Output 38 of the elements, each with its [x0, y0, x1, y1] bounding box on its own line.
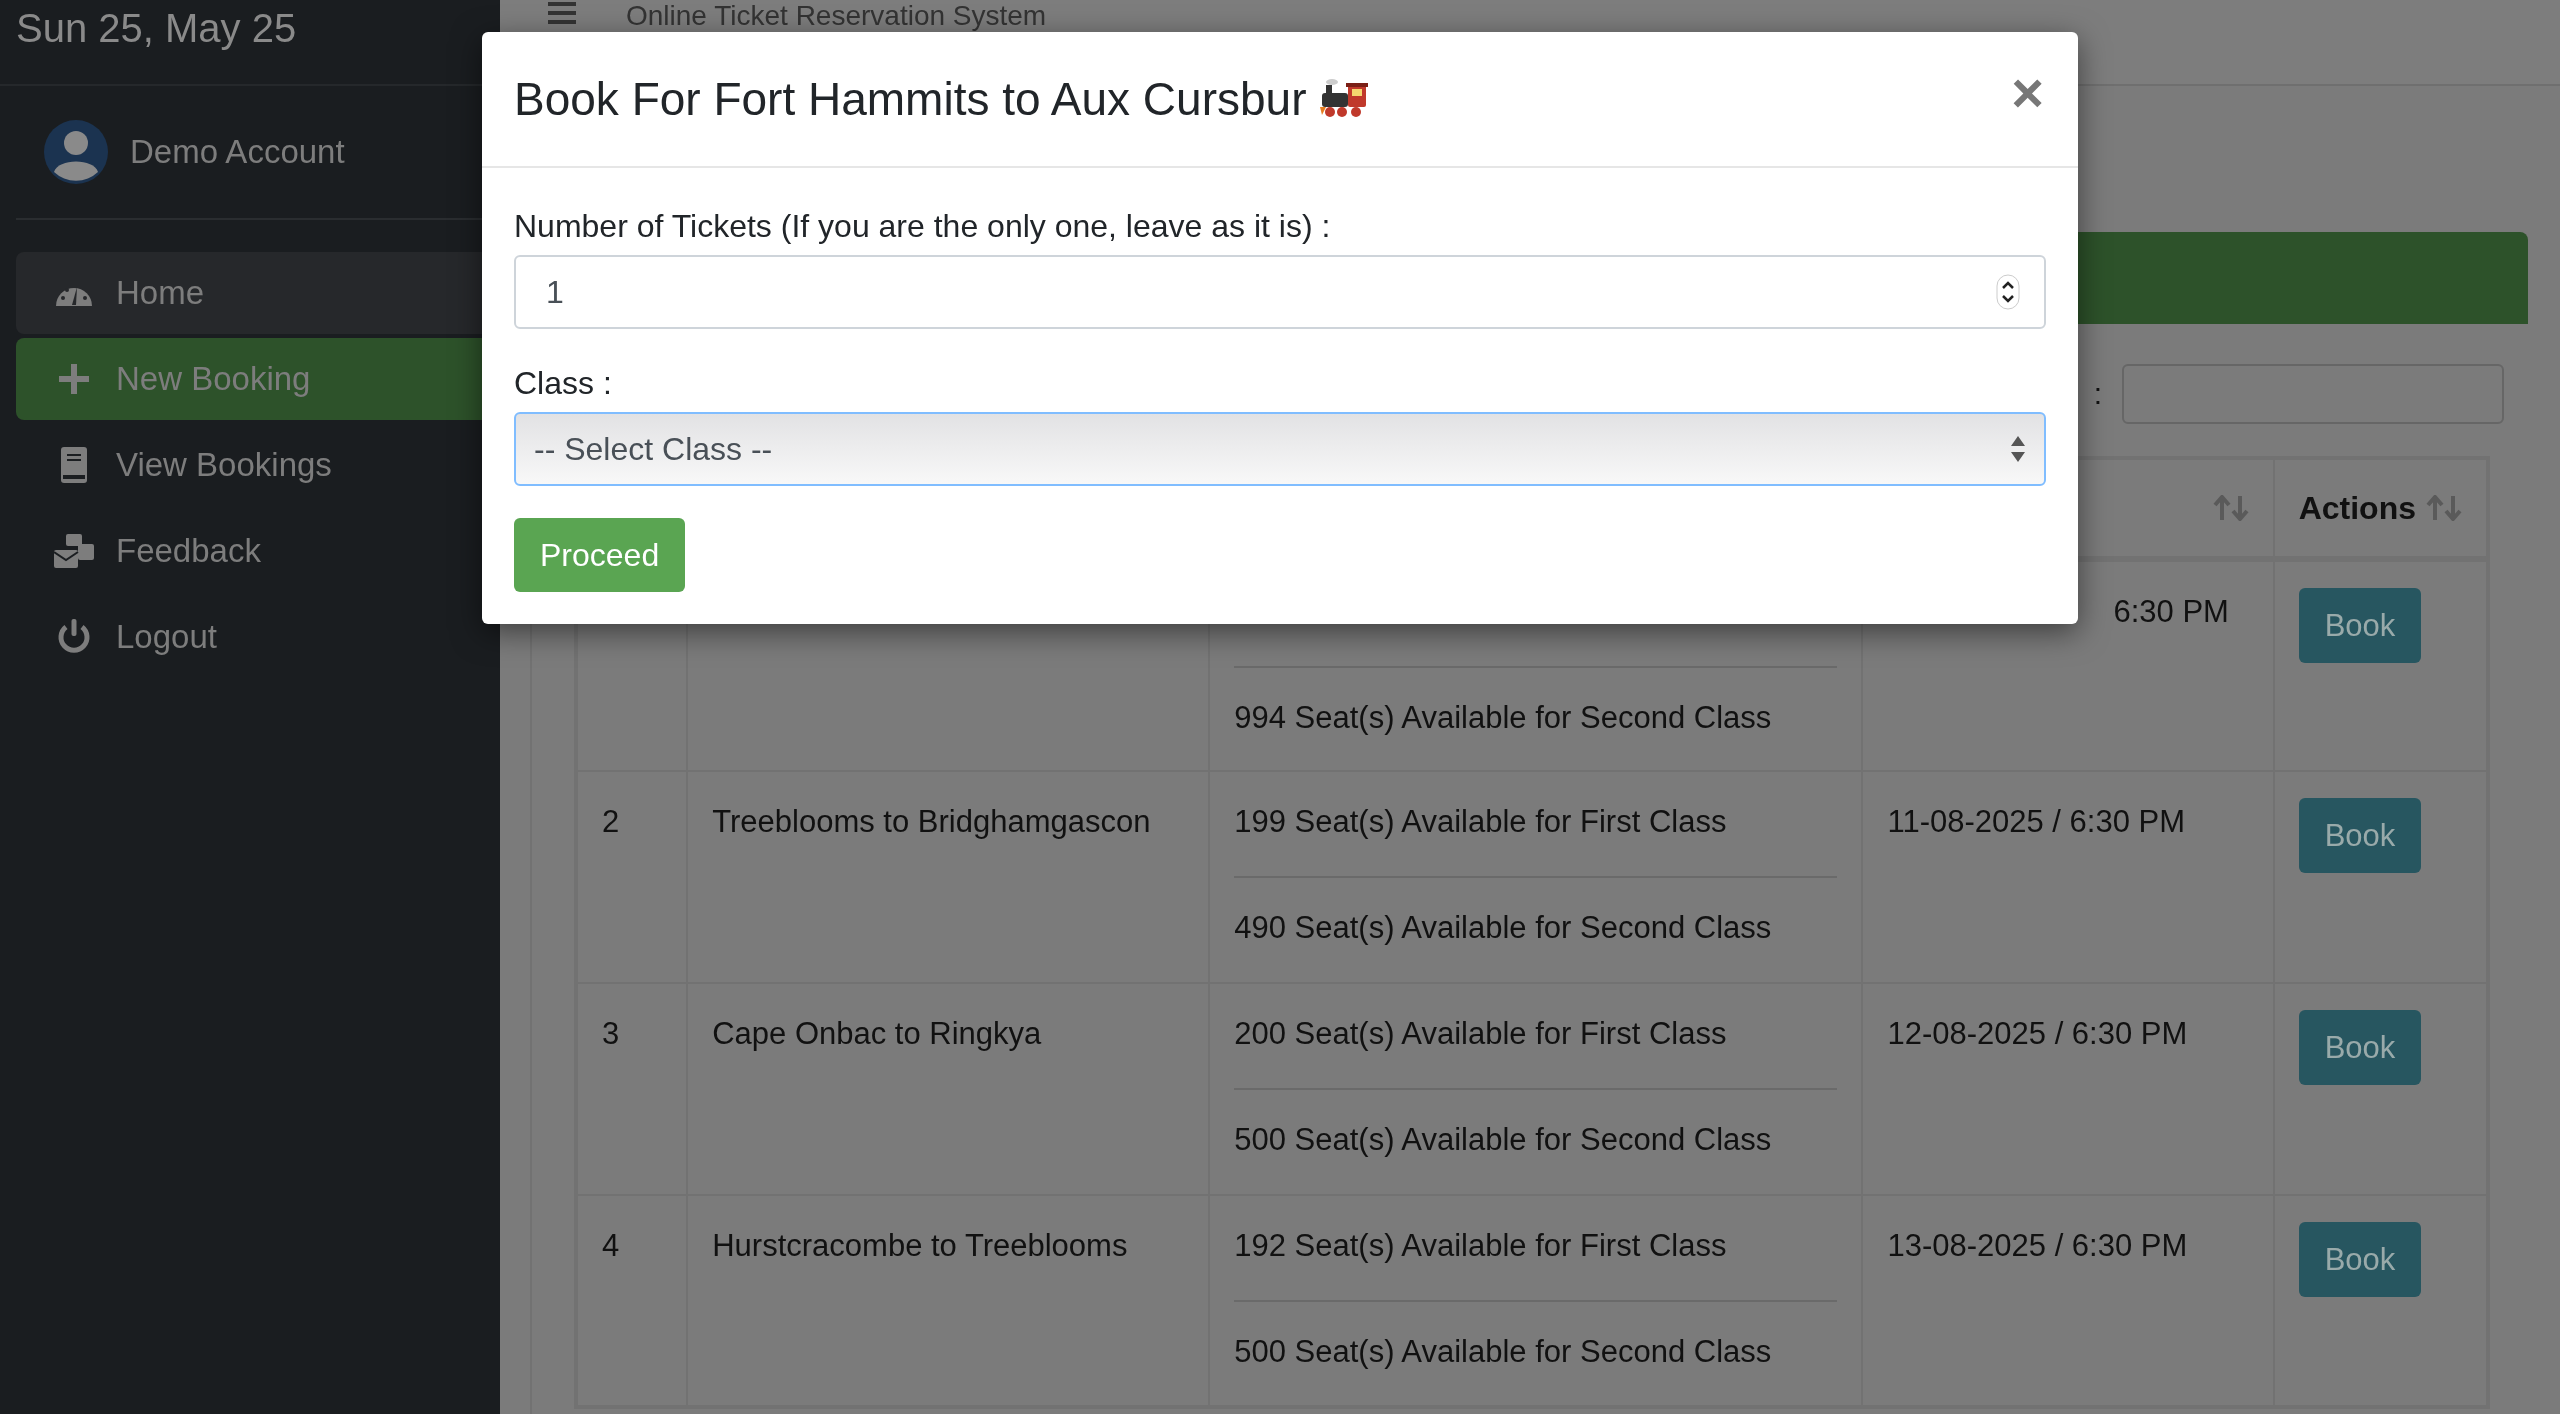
proceed-button[interactable]: Proceed [514, 518, 686, 592]
seat-availability: 500 Seat(s) Available for Second Class [1234, 1122, 1773, 1159]
class-select[interactable]: -- Select Class -- [514, 412, 2046, 486]
table-cell: 12-08-2025 / 6:30 PM [1862, 983, 2274, 1195]
stepper-icon[interactable] [1996, 274, 2020, 310]
book-button[interactable]: Book [2298, 798, 2422, 873]
seat-availability: 199 Seat(s) Available for First Class [1234, 804, 1728, 841]
sidebar-item[interactable]: Logout [16, 596, 500, 678]
seat-availability: 500 Seat(s) Available for Second Class [1234, 1334, 1773, 1371]
sort-icon[interactable] [2212, 495, 2249, 521]
seat-availability: 200 Seat(s) Available for First Class [1234, 1016, 1728, 1053]
user-avatar-icon [44, 120, 108, 184]
seat-availability: 192 Seat(s) Available for First Class [1234, 1228, 1728, 1265]
tickets-input[interactable]: 1 [514, 255, 2046, 329]
tickets-label: Number of Tickets (If you are the only one, leave as it is) : [514, 208, 1331, 245]
app-title: Online Ticket Reservation System [626, 2, 1047, 30]
menu-icon[interactable] [548, 2, 576, 24]
updown-arrows-icon [2010, 434, 2026, 464]
search-label: : [2093, 377, 2102, 411]
seat-availability: 490 Seat(s) Available for Second Class [1234, 910, 1773, 947]
table-cell: 2 [576, 771, 688, 983]
sidebar-item[interactable]: View Bookings [16, 424, 500, 506]
table-cell: Treeblooms to Bridghamgascon [687, 771, 1210, 983]
table-cell: 11-08-2025 / 6:30 PM [1862, 771, 2274, 983]
train-icon [1320, 79, 1369, 119]
table-cell: Cape Onbac to Ringkya [687, 983, 1210, 1195]
seat-availability: 994 Seat(s) Available for Second Class [1234, 700, 1773, 737]
sidebar-item[interactable]: Feedback [16, 510, 500, 592]
book-button[interactable]: Book [2298, 1222, 2422, 1297]
table-cell: 3 [576, 983, 688, 1195]
sort-icon[interactable] [2426, 495, 2462, 521]
envelopes-icon [54, 534, 94, 568]
book-button[interactable]: Book [2298, 1010, 2422, 1085]
dialog-title: Book For Fort Hammits to Aux Cursbur [514, 72, 1307, 126]
book-button[interactable]: Book [2298, 588, 2422, 663]
class-label: Class : [514, 365, 612, 402]
close-button[interactable]: × [2011, 65, 2044, 121]
user-name: Demo Account [130, 133, 345, 171]
